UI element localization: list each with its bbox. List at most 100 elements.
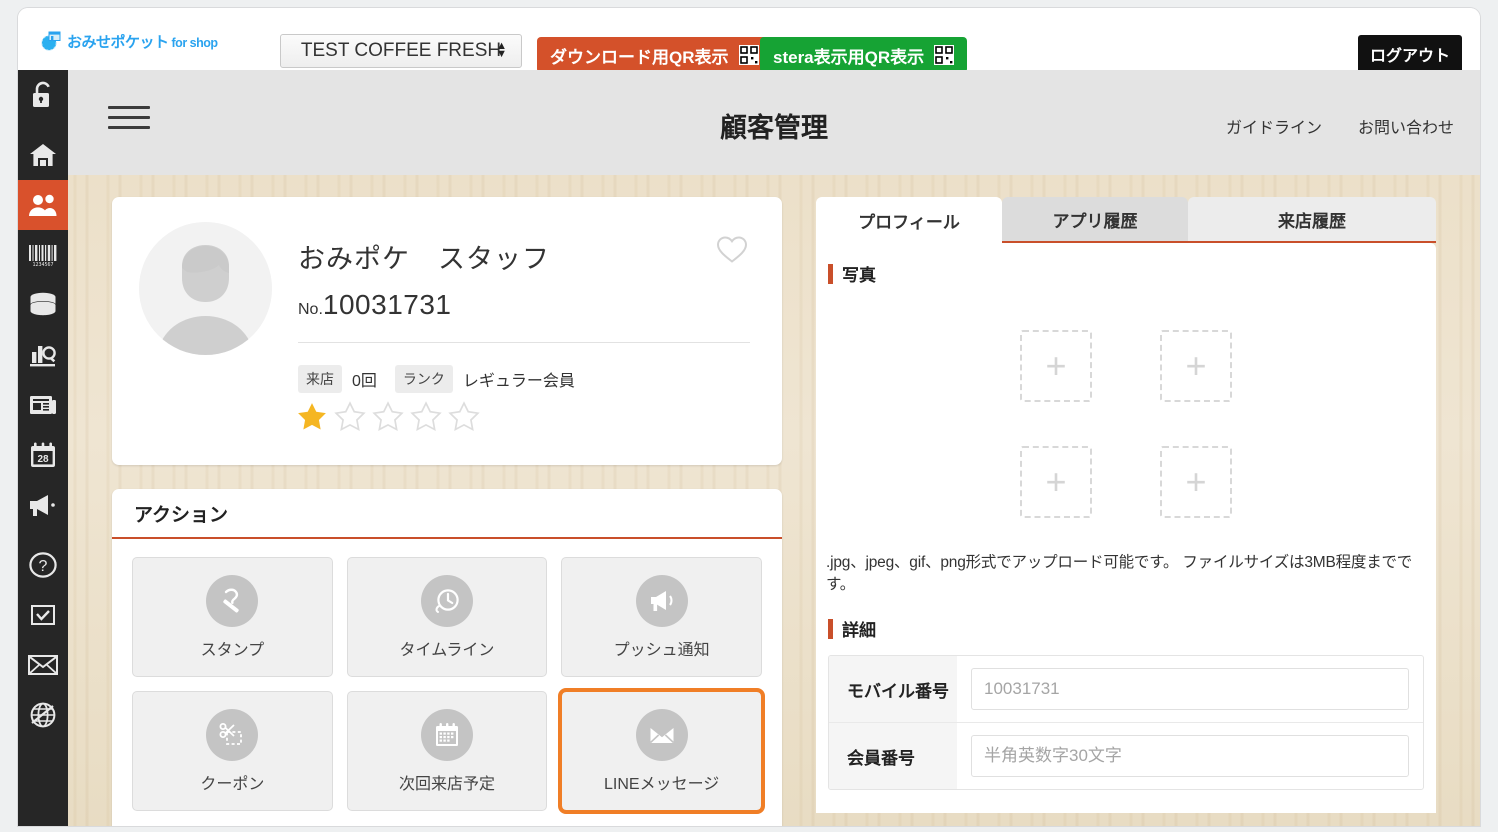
visit-chip-label: 来店 [298,365,342,393]
field-cell [957,723,1423,789]
sidebar-item-barcode[interactable]: 1234567 [18,230,68,280]
chevron-updown-icon: ▲ ▼ [496,40,507,60]
header-links: ガイドライン お問い合わせ [1226,114,1454,138]
action-label: スタンプ [200,641,265,659]
customer-name: おみポケ スタッフ [298,244,550,274]
svg-text:28: 28 [37,454,49,465]
photo-section-heading: 写真 [816,243,1436,286]
mobile-number-input[interactable] [971,668,1409,710]
sidebar-item-calendar[interactable]: 28 [18,430,68,480]
sidebar-item-website[interactable] [18,690,68,740]
qr-stera-label: stera表示用QR表示 [773,47,925,67]
photo-slot-2[interactable]: + [1160,330,1232,402]
action-timeline[interactable]: タイムライン [346,557,548,677]
detail-section-heading: 詳細 [816,594,1436,641]
plus-icon: + [1185,461,1207,502]
star-filled-icon [298,403,326,430]
photo-upload-grid: + + + + [816,286,1436,540]
action-label: タイムライン [399,641,495,659]
guideline-link[interactable]: ガイドライン [1226,114,1322,138]
field-label-mobile-number: モバイル番号 [829,656,957,722]
action-card: アクション スタンプ タイムライン プッシュ通知 クーポン 次回来店予定 LIN… [112,489,782,826]
customer-number-prefix: No. [298,301,323,318]
action-coupon[interactable]: クーポン [132,691,333,811]
tab-profile[interactable]: プロフィール [816,197,1002,243]
customer-profile-card: おみポケ スタッフ No.10031731 来店 0回 ランク レギュラー会員 [112,197,782,465]
action-stamp[interactable]: スタンプ [132,557,333,677]
qr-stera-button[interactable]: stera表示用QR表示 [760,37,968,73]
rank-value: レギュラー会員 [462,373,575,390]
section-accent-bar [828,618,833,639]
qr-code-icon [934,45,955,65]
star-empty-icon [372,401,404,432]
section-accent-bar [828,263,833,284]
sidebar-rail: 1234567 28 ? [18,70,68,826]
app-window: おみせポケット for shop TEST COFFEE FRESH ▲ ▼ ダウン… [18,8,1480,826]
tab-app-history[interactable]: アプリ履歴 [1002,197,1188,243]
sidebar-item-unlock[interactable] [18,70,68,120]
action-label: プッシュ通知 [613,641,710,659]
calendar-icon [420,708,473,761]
page-header: 顧客管理 ガイドライン お問い合わせ [68,70,1480,176]
tab-label: 来店履歴 [1278,211,1346,231]
logo-label: おみせポケット for shop [67,33,218,51]
clock-timeline-icon [420,574,473,627]
left-column: おみポケ スタッフ No.10031731 来店 0回 ランク レギュラー会員 [112,197,782,826]
globe-shop-icon [40,30,62,52]
field-cell [957,656,1423,722]
plus-icon: + [1045,345,1067,386]
sidebar-item-database[interactable] [18,280,68,330]
qr-download-button[interactable]: ダウンロード用QR表示 [537,37,772,73]
tab-visit-history[interactable]: 来店履歴 [1188,197,1436,243]
logout-button[interactable]: ログアウト [1358,35,1462,73]
action-card-heading: アクション [112,489,782,539]
action-line-message[interactable]: LINEメッセージ [558,688,765,814]
sidebar-item-mail[interactable] [18,640,68,690]
customer-meta: 来店 0回 ランク レギュラー会員 [298,365,575,393]
action-label: クーポン [200,775,265,793]
photo-slot-1[interactable]: + [1020,330,1092,402]
plus-icon: + [1045,461,1067,502]
app-logo[interactable]: おみせポケット for shop [40,30,218,52]
sidebar-item-help[interactable]: ? [18,540,68,590]
star-empty-icon [410,401,442,432]
plus-icon: + [1185,345,1207,386]
photo-heading-label: 写真 [842,266,876,285]
detail-tabs: プロフィール アプリ履歴 来店履歴 [816,197,1436,243]
action-label: 次回来店予定 [398,775,495,793]
envelope-icon [635,708,688,761]
photo-slot-3[interactable]: + [1020,446,1092,518]
card-divider [298,342,750,343]
detail-heading-label: 詳細 [842,621,876,640]
visit-count: 0回 [352,373,377,390]
rail-spacer [18,530,68,540]
sidebar-item-news[interactable] [18,380,68,430]
star-empty-icon [334,401,366,432]
megaphone-icon [635,574,688,627]
photo-slot-4[interactable]: + [1160,446,1232,518]
heart-outline-icon[interactable] [716,235,748,269]
tab-label: アプリ履歴 [1052,211,1138,231]
logout-label: ログアウト [1369,48,1450,65]
star-rating [294,400,482,434]
sidebar-item-broadcast[interactable] [18,480,68,530]
detail-table: モバイル番号 会員番号 [828,655,1424,790]
content-area: おみポケ スタッフ No.10031731 来店 0回 ランク レギュラー会員 [68,175,1480,826]
svg-text:?: ? [39,558,48,575]
sidebar-item-customers[interactable] [18,180,68,230]
sidebar-item-home[interactable] [18,130,68,180]
field-label-member-number: 会員番号 [829,723,957,789]
shop-select[interactable]: TEST COFFEE FRESH ▲ ▼ [280,34,522,68]
action-push-notification[interactable]: プッシュ通知 [561,557,762,677]
sidebar-item-analytics[interactable] [18,330,68,380]
member-number-input[interactable] [971,735,1409,777]
action-label: LINEメッセージ [604,775,720,793]
sidebar-item-task[interactable] [18,590,68,640]
qr-code-icon [738,45,759,65]
customer-number: No.10031731 [298,289,451,321]
contact-link[interactable]: お問い合わせ [1358,114,1454,138]
action-grid: スタンプ タイムライン プッシュ通知 クーポン 次回来店予定 LINEメッセージ [112,539,782,826]
table-row: 会員番号 [829,723,1423,789]
action-next-visit[interactable]: 次回来店予定 [346,691,548,811]
customer-number-value: 10031731 [322,289,452,320]
